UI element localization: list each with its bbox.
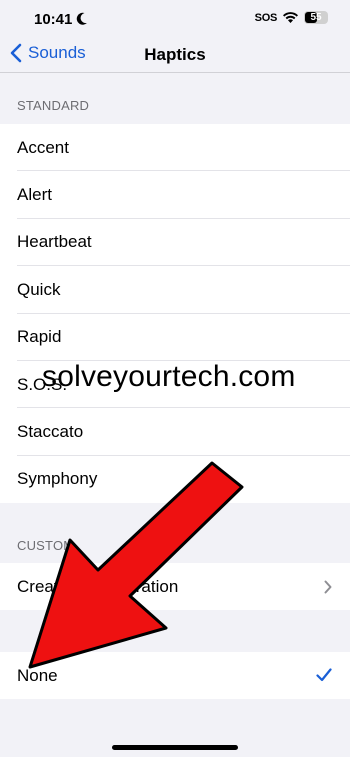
option-label: Accent — [17, 137, 69, 157]
chevron-right-icon — [324, 580, 332, 594]
section-header-custom: CUSTOM — [17, 538, 75, 553]
sos-label: SOS — [254, 11, 278, 24]
haptic-option-rapid[interactable]: Rapid — [0, 314, 350, 362]
haptic-option-staccato[interactable]: Staccato — [0, 408, 350, 457]
checkmark-icon — [316, 668, 332, 682]
option-label: Alert — [17, 185, 52, 205]
page-title: Haptics — [144, 45, 206, 64]
battery-level: 55 — [310, 12, 322, 23]
custom-list: Create New Vibration — [0, 563, 350, 611]
watermark-text: solveyourtech.com — [42, 360, 296, 393]
navigation-bar: Sounds Haptics — [0, 40, 350, 72]
option-label: Rapid — [17, 327, 62, 347]
option-label: Symphony — [17, 469, 98, 489]
nav-divider — [0, 72, 350, 73]
status-bar: 10:41 SOS 55 — [0, 0, 350, 40]
status-indicators: SOS 55 — [255, 11, 328, 24]
haptic-option-accent[interactable]: Accent — [0, 124, 350, 172]
standard-list: Accent Alert Heartbeat Quick Rapid S.O.S… — [0, 124, 350, 504]
option-label: Heartbeat — [17, 232, 92, 252]
home-indicator[interactable] — [112, 745, 238, 750]
status-time: 10:41 — [34, 11, 73, 28]
battery-indicator: 55 — [304, 11, 328, 24]
option-label: Staccato — [17, 422, 84, 442]
haptic-option-symphony[interactable]: Symphony — [0, 456, 350, 503]
section-header-standard: STANDARD — [17, 98, 90, 113]
option-label: Create New Vibration — [17, 576, 179, 596]
none-list: None — [0, 652, 350, 700]
moon-icon — [76, 12, 87, 25]
haptic-option-none[interactable]: None — [0, 652, 350, 699]
haptic-option-heartbeat[interactable]: Heartbeat — [0, 219, 350, 267]
option-label: Quick — [17, 279, 61, 299]
wifi-icon — [283, 12, 298, 23]
haptic-option-quick[interactable]: Quick — [0, 266, 350, 314]
option-label: None — [17, 665, 58, 685]
haptic-option-alert[interactable]: Alert — [0, 171, 350, 220]
create-new-vibration-row[interactable]: Create New Vibration — [0, 563, 350, 610]
